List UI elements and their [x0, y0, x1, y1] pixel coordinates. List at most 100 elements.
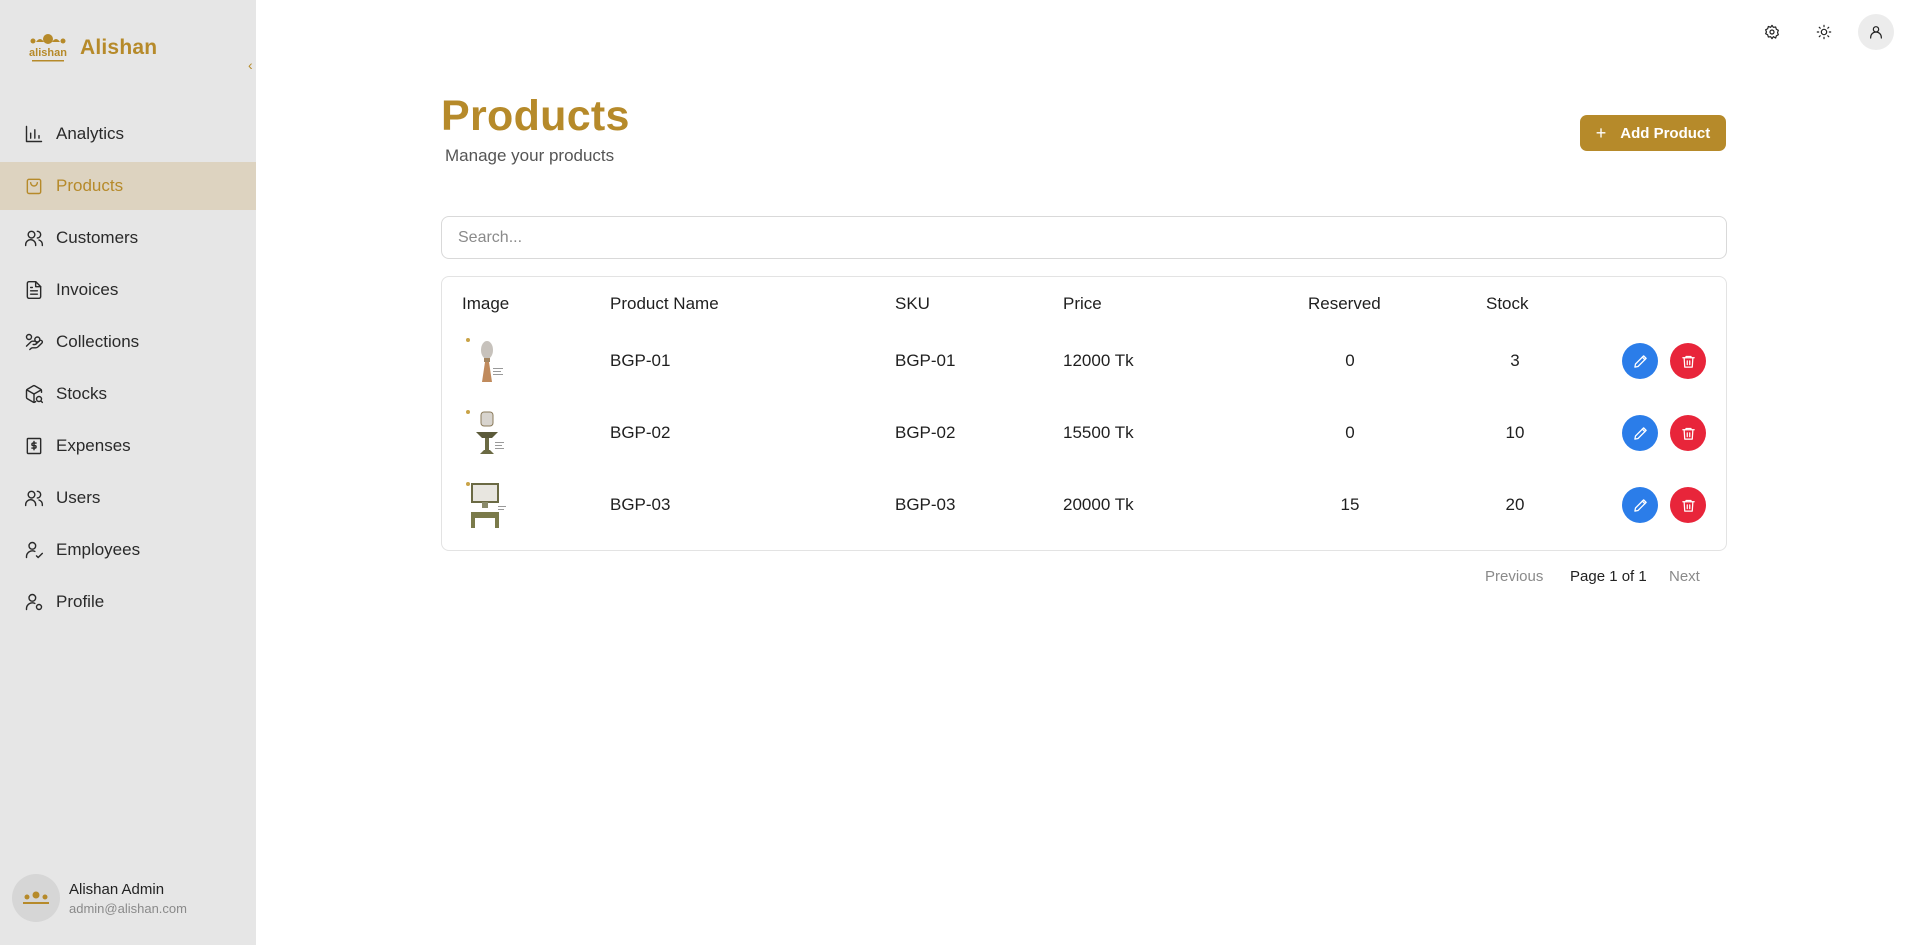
user-cog-icon — [24, 592, 44, 612]
sidebar-nav: Analytics Products Customers Invoices Co… — [0, 110, 256, 630]
sidebar-item-label: Employees — [56, 540, 141, 559]
product-image — [462, 325, 508, 397]
file-text-icon — [24, 280, 44, 300]
edit-button[interactable] — [1622, 343, 1658, 379]
users-icon — [24, 228, 44, 248]
hand-coins-icon — [24, 332, 44, 352]
product-thumbnail — [466, 482, 506, 528]
table-row[interactable]: BGP-01 BGP-01 12000 Tk 0 3 — [442, 325, 1728, 397]
sidebar-item-label: Collections — [56, 332, 140, 351]
receipt-dollar-icon — [24, 436, 44, 456]
column-header-product-name: Product Name — [610, 294, 719, 313]
sidebar-item-invoices[interactable]: Invoices — [0, 266, 256, 314]
sidebar-item-label: Products — [56, 176, 124, 195]
cell-reserved: 0 — [1345, 423, 1355, 442]
sidebar-item-analytics[interactable]: Analytics — [0, 110, 256, 158]
previous-page-button[interactable]: Previous — [1485, 568, 1543, 585]
sidebar-item-label: Invoices — [56, 280, 119, 299]
add-product-button[interactable]: + Add Product — [1580, 115, 1726, 151]
cell-price: 15500 Tk — [1063, 423, 1134, 442]
package-search-icon — [24, 384, 44, 404]
collapse-sidebar-button[interactable]: ‹ — [248, 57, 262, 73]
column-header-sku: SKU — [895, 294, 930, 313]
delete-button[interactable] — [1670, 343, 1706, 379]
cell-price: 20000 Tk — [1063, 495, 1134, 514]
sidebar-item-stocks[interactable]: Stocks — [0, 370, 256, 418]
delete-button[interactable] — [1670, 415, 1706, 451]
cell-sku: BGP-01 — [895, 351, 956, 370]
cell-product-name: BGP-01 — [610, 351, 671, 370]
cell-product-name: BGP-03 — [610, 495, 671, 514]
sidebar-item-expenses[interactable]: Expenses — [0, 422, 256, 470]
cell-sku: BGP-03 — [895, 495, 956, 514]
cell-stock: 10 — [1505, 423, 1525, 442]
column-header-stock: Stock — [1486, 294, 1529, 313]
sidebar-item-label: Customers — [56, 228, 139, 247]
sidebar-item-users[interactable]: Users — [0, 474, 256, 522]
next-page-button[interactable]: Next — [1669, 568, 1700, 585]
search-input[interactable] — [441, 216, 1727, 259]
cell-stock: 3 — [1510, 351, 1520, 370]
avatar — [12, 874, 60, 922]
theme-toggle-button[interactable] — [1806, 14, 1842, 50]
user-icon — [1870, 26, 1882, 39]
plus-icon: + — [1595, 122, 1607, 143]
pencil-icon — [1633, 498, 1647, 512]
sidebar-item-collections[interactable]: Collections — [0, 318, 256, 366]
cell-price: 12000 Tk — [1063, 351, 1134, 370]
trash-icon — [1681, 427, 1695, 440]
settings-button[interactable] — [1754, 14, 1790, 50]
alishan-logo-icon — [23, 891, 49, 904]
svg-text:alishan: alishan — [29, 47, 67, 59]
trash-icon — [1681, 499, 1695, 512]
column-header-price: Price — [1063, 294, 1102, 313]
cell-stock: 20 — [1505, 495, 1525, 514]
delete-button[interactable] — [1670, 487, 1706, 523]
settings-icon — [1765, 24, 1779, 40]
sidebar-item-employees[interactable]: Employees — [0, 526, 256, 574]
sidebar-item-label: Profile — [56, 592, 105, 611]
page-info: Page 1 of 1 — [1570, 568, 1647, 585]
user-name: Alishan Admin — [69, 880, 165, 898]
product-thumbnail — [466, 410, 504, 454]
trash-icon — [1681, 355, 1695, 368]
pencil-icon — [1633, 354, 1647, 368]
user-email: admin@alishan.com — [69, 900, 187, 916]
sidebar-item-label: Users — [56, 488, 101, 507]
table-row[interactable]: BGP-03 BGP-03 20000 Tk 15 20 — [442, 469, 1728, 541]
alishan-logo-icon: alishan — [26, 30, 70, 66]
chevron-left-icon: ‹ — [248, 57, 253, 73]
page-title: Products — [441, 92, 630, 140]
sidebar-item-label: Stocks — [56, 384, 108, 403]
edit-button[interactable] — [1622, 415, 1658, 451]
products-table: Image Product Name SKU Price Reserved St… — [441, 276, 1727, 551]
cell-reserved: 0 — [1345, 351, 1355, 370]
cell-product-name: BGP-02 — [610, 423, 671, 442]
brand[interactable]: alishan Alishan — [26, 30, 157, 66]
pencil-icon — [1633, 426, 1647, 440]
sidebar-item-label: Analytics — [56, 124, 125, 143]
user-card[interactable]: Alishan Admin admin@alishan.com — [12, 874, 187, 922]
product-image — [462, 469, 508, 541]
table-row[interactable]: BGP-02 BGP-02 15500 Tk 0 10 — [442, 397, 1728, 469]
cell-reserved: 15 — [1340, 495, 1360, 514]
sidebar: alishan Alishan ‹ Analytics Products Cus… — [0, 0, 256, 945]
sidebar-item-profile[interactable]: Profile — [0, 578, 256, 626]
edit-button[interactable] — [1622, 487, 1658, 523]
product-thumbnail — [466, 338, 503, 382]
sidebar-item-customers[interactable]: Customers — [0, 214, 256, 262]
cell-sku: BGP-02 — [895, 423, 956, 442]
column-header-image: Image — [462, 294, 510, 313]
shopping-bag-icon — [24, 176, 44, 196]
profile-button[interactable] — [1858, 14, 1894, 50]
brand-name: Alishan — [80, 36, 158, 59]
user-check-icon — [24, 540, 44, 560]
product-image — [462, 397, 508, 469]
sidebar-item-products[interactable]: Products — [0, 162, 256, 210]
sidebar-item-label: Expenses — [56, 436, 131, 455]
column-header-reserved: Reserved — [1308, 294, 1381, 313]
bar-chart-icon — [24, 124, 44, 144]
sun-icon — [1816, 24, 1832, 40]
page-subtitle: Manage your products — [445, 146, 615, 165]
top-toolbar — [1738, 14, 1894, 50]
